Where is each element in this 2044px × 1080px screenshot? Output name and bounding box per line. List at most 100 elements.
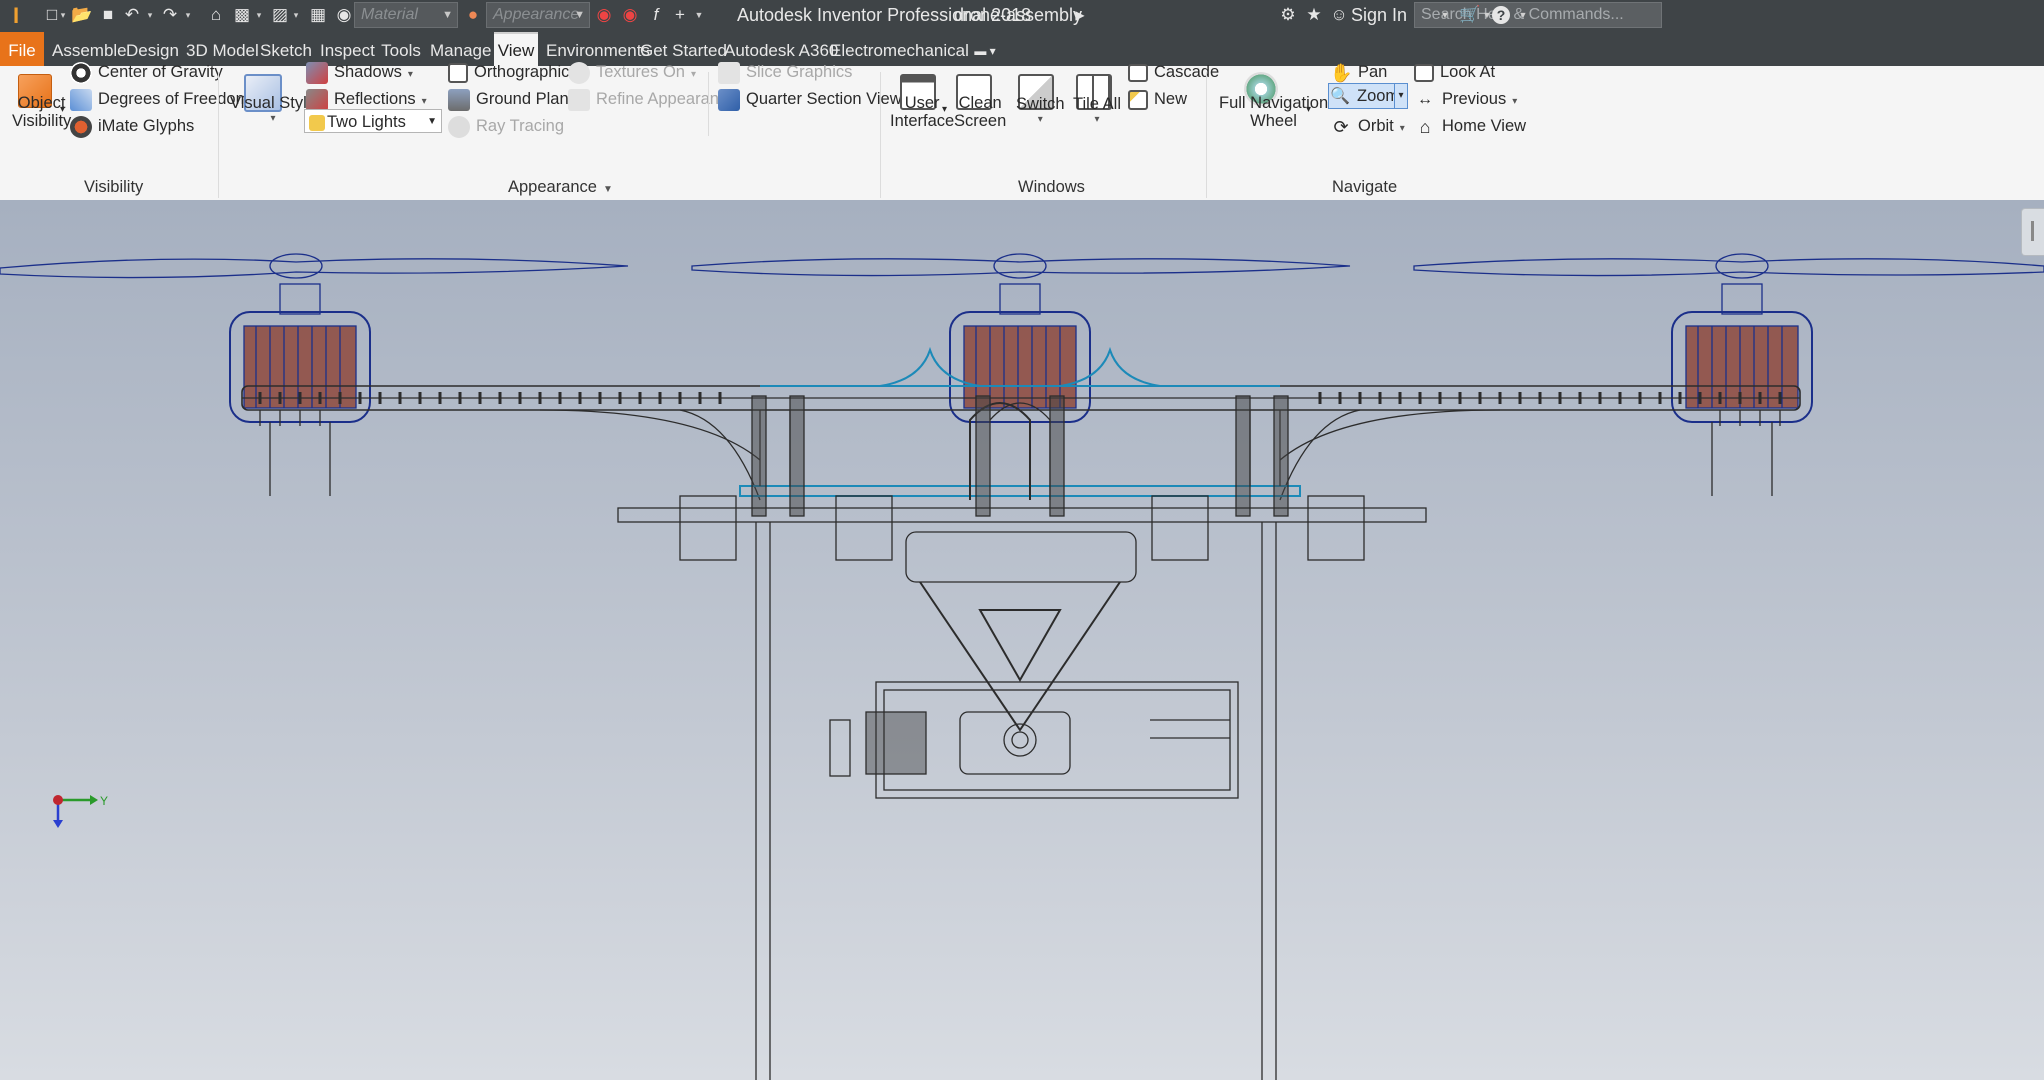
look-at-button[interactable]: Look At <box>1414 57 1495 87</box>
new-dropdown-icon[interactable]: ▾ <box>58 8 68 22</box>
motor-right <box>1671 283 1813 496</box>
new-window-button[interactable]: New <box>1128 84 1187 114</box>
quarter-section-icon <box>718 88 740 111</box>
star-icon[interactable]: ★ <box>1302 3 1326 27</box>
search-expand-icon[interactable]: ▶ <box>1068 3 1092 27</box>
zoom-button[interactable]: 🔍 Zoom <box>1328 83 1405 109</box>
chevron-down-icon: ▾ <box>1094 114 1100 125</box>
full-nav-wheel-dropdown-icon[interactable]: ▾ <box>1306 104 1311 115</box>
panel-separator <box>1206 72 1207 198</box>
clean-screen-button[interactable]: Clean Screen <box>954 94 1006 130</box>
zoom-dropdown-icon[interactable]: ▾ <box>1394 83 1408 109</box>
motor-center <box>949 283 1091 423</box>
user-icon[interactable]: ☺ <box>1327 3 1351 27</box>
degrees-of-freedom-icon <box>70 88 92 111</box>
object-visibility-dropdown-icon[interactable]: ▾ <box>60 104 65 115</box>
appearance-icon[interactable]: ● <box>461 3 485 27</box>
gimbal-camera <box>829 531 1239 799</box>
imate-glyphs-label: iMate Glyphs <box>98 117 195 135</box>
select-dropdown-icon[interactable]: ▾ <box>291 8 301 22</box>
full-nav-wheel-label-1: Full Navigation <box>1219 94 1329 112</box>
save-icon[interactable]: ■ <box>96 3 120 27</box>
orbit-icon: ⟳ <box>1333 116 1349 137</box>
look-at-label: Look At <box>1440 63 1496 81</box>
open-icon[interactable]: 📂 <box>70 3 94 27</box>
imate-glyphs-icon <box>70 115 92 138</box>
customize-qat-icon[interactable]: ▼ <box>694 8 704 22</box>
cart-icon[interactable]: 🛒 <box>1458 3 1482 27</box>
home-view-button[interactable]: ⌂ Home View <box>1414 111 1527 141</box>
degrees-of-freedom-button[interactable]: Degrees of Freedom <box>70 84 249 114</box>
full-navigation-wheel-button[interactable]: Full Navigation Wheel <box>1219 94 1328 130</box>
redo-icon[interactable]: ↷ <box>158 3 182 27</box>
slice-graphics-button[interactable]: Slice Graphics <box>718 57 852 87</box>
tile-all-button[interactable]: Tile All ▾ <box>1073 95 1121 125</box>
grip-icon <box>2031 221 2034 241</box>
previous-label: Previous <box>1442 90 1507 108</box>
refine-appearance-label: Refine Appearance <box>596 90 737 108</box>
pan-hand-icon: ✋ <box>1330 62 1353 83</box>
binoculars-icon[interactable]: ⚙ <box>1276 3 1300 27</box>
propeller-center <box>691 253 1351 279</box>
update-icon[interactable]: ▩ <box>230 3 254 27</box>
sign-in-dropdown-icon[interactable]: ▼ <box>1440 8 1450 22</box>
new-window-label: New <box>1154 90 1188 108</box>
textures-icon <box>568 61 590 84</box>
cart-dropdown-icon[interactable]: ▼ <box>1482 8 1492 22</box>
help-dropdown-icon[interactable]: ▼ <box>1518 8 1528 22</box>
undo-dropdown-icon[interactable]: ▾ <box>145 8 155 22</box>
material-combo[interactable]: Material ▼ <box>354 2 458 28</box>
help-icon[interactable]: ? <box>1492 6 1510 24</box>
visibility-panel-label: Visibility <box>84 178 144 196</box>
ribbon-display-options-icon[interactable]: ▬ ▾ <box>968 32 1002 66</box>
material-globe-icon[interactable]: ◉ <box>332 3 356 27</box>
new-window-icon <box>1128 89 1148 110</box>
sign-in-link[interactable]: Sign In <box>1351 5 1407 26</box>
look-at-icon <box>1414 63 1434 82</box>
select-icon[interactable]: ▨ <box>268 3 292 27</box>
tab-sketch[interactable]: Sketch <box>260 32 312 66</box>
quarter-section-view-label: Quarter Section View <box>746 90 902 108</box>
refine-appearance-button[interactable]: Refine Appearance <box>568 84 736 114</box>
chevron-down-icon: ▾ <box>1399 123 1405 134</box>
appearance-combo-value: Appearance <box>493 6 580 23</box>
center-of-gravity-icon <box>70 61 92 84</box>
lighting-style-value: Two Lights <box>327 113 406 131</box>
clear-appearance-icon[interactable]: ◉ <box>618 3 642 27</box>
adjust-appearance-icon[interactable]: ◉ <box>592 3 616 27</box>
user-interface-dropdown-icon[interactable]: ▾ <box>942 104 947 115</box>
switch-button[interactable]: Switch ▾ <box>1016 95 1065 125</box>
material-combo-value: Material <box>361 6 418 23</box>
appearance-panel-title: Appearance <box>508 178 597 196</box>
fx-icon[interactable]: f <box>644 3 668 27</box>
plus-icon[interactable]: + <box>668 3 692 27</box>
tile-all-label: Tile All <box>1073 95 1121 113</box>
appearance-combo[interactable]: Appearance ▼ <box>486 2 590 28</box>
cascade-icon <box>1128 63 1148 82</box>
ray-tracing-button[interactable]: Ray Tracing <box>448 111 564 141</box>
ground-plane-label: Ground Plane <box>476 90 578 108</box>
pan-label: Pan <box>1358 63 1388 81</box>
home-icon[interactable]: ⌂ <box>204 3 228 27</box>
lighting-style-select[interactable]: Two Lights ▼ <box>304 109 442 133</box>
search-input[interactable]: Search Help & Commands... <box>1414 2 1662 28</box>
graphics-viewport[interactable]: Y <box>0 200 2044 1080</box>
orbit-button[interactable]: ⟳ Orbit ▾ <box>1330 111 1405 144</box>
quarter-section-view-button[interactable]: Quarter Section View▾ <box>718 84 913 117</box>
undo-icon[interactable]: ↶ <box>120 3 144 27</box>
inventor-logo-icon[interactable]: I <box>6 2 26 30</box>
redo-dropdown-icon[interactable]: ▾ <box>183 8 193 22</box>
tab-file[interactable]: File <box>0 32 44 66</box>
zoom-magnifier-icon: 🔍 <box>1330 87 1350 105</box>
reflections-label: Reflections <box>334 90 416 108</box>
selection-priority-icon[interactable]: ▦ <box>306 3 330 27</box>
navigation-bar-handle[interactable] <box>2021 208 2044 256</box>
appearance-panel-label[interactable]: Appearance ▼ <box>508 178 613 197</box>
imate-glyphs-button[interactable]: iMate Glyphs <box>70 111 194 141</box>
windows-panel-label: Windows <box>1018 178 1085 196</box>
update-dropdown-icon[interactable]: ▾ <box>254 8 264 22</box>
clean-screen-label-1: Clean <box>958 94 1002 112</box>
chevron-down-icon: ▼ <box>442 9 453 21</box>
zoom-label: Zoom <box>1357 87 1400 105</box>
center-of-gravity-button[interactable]: Center of Gravity <box>70 57 223 87</box>
